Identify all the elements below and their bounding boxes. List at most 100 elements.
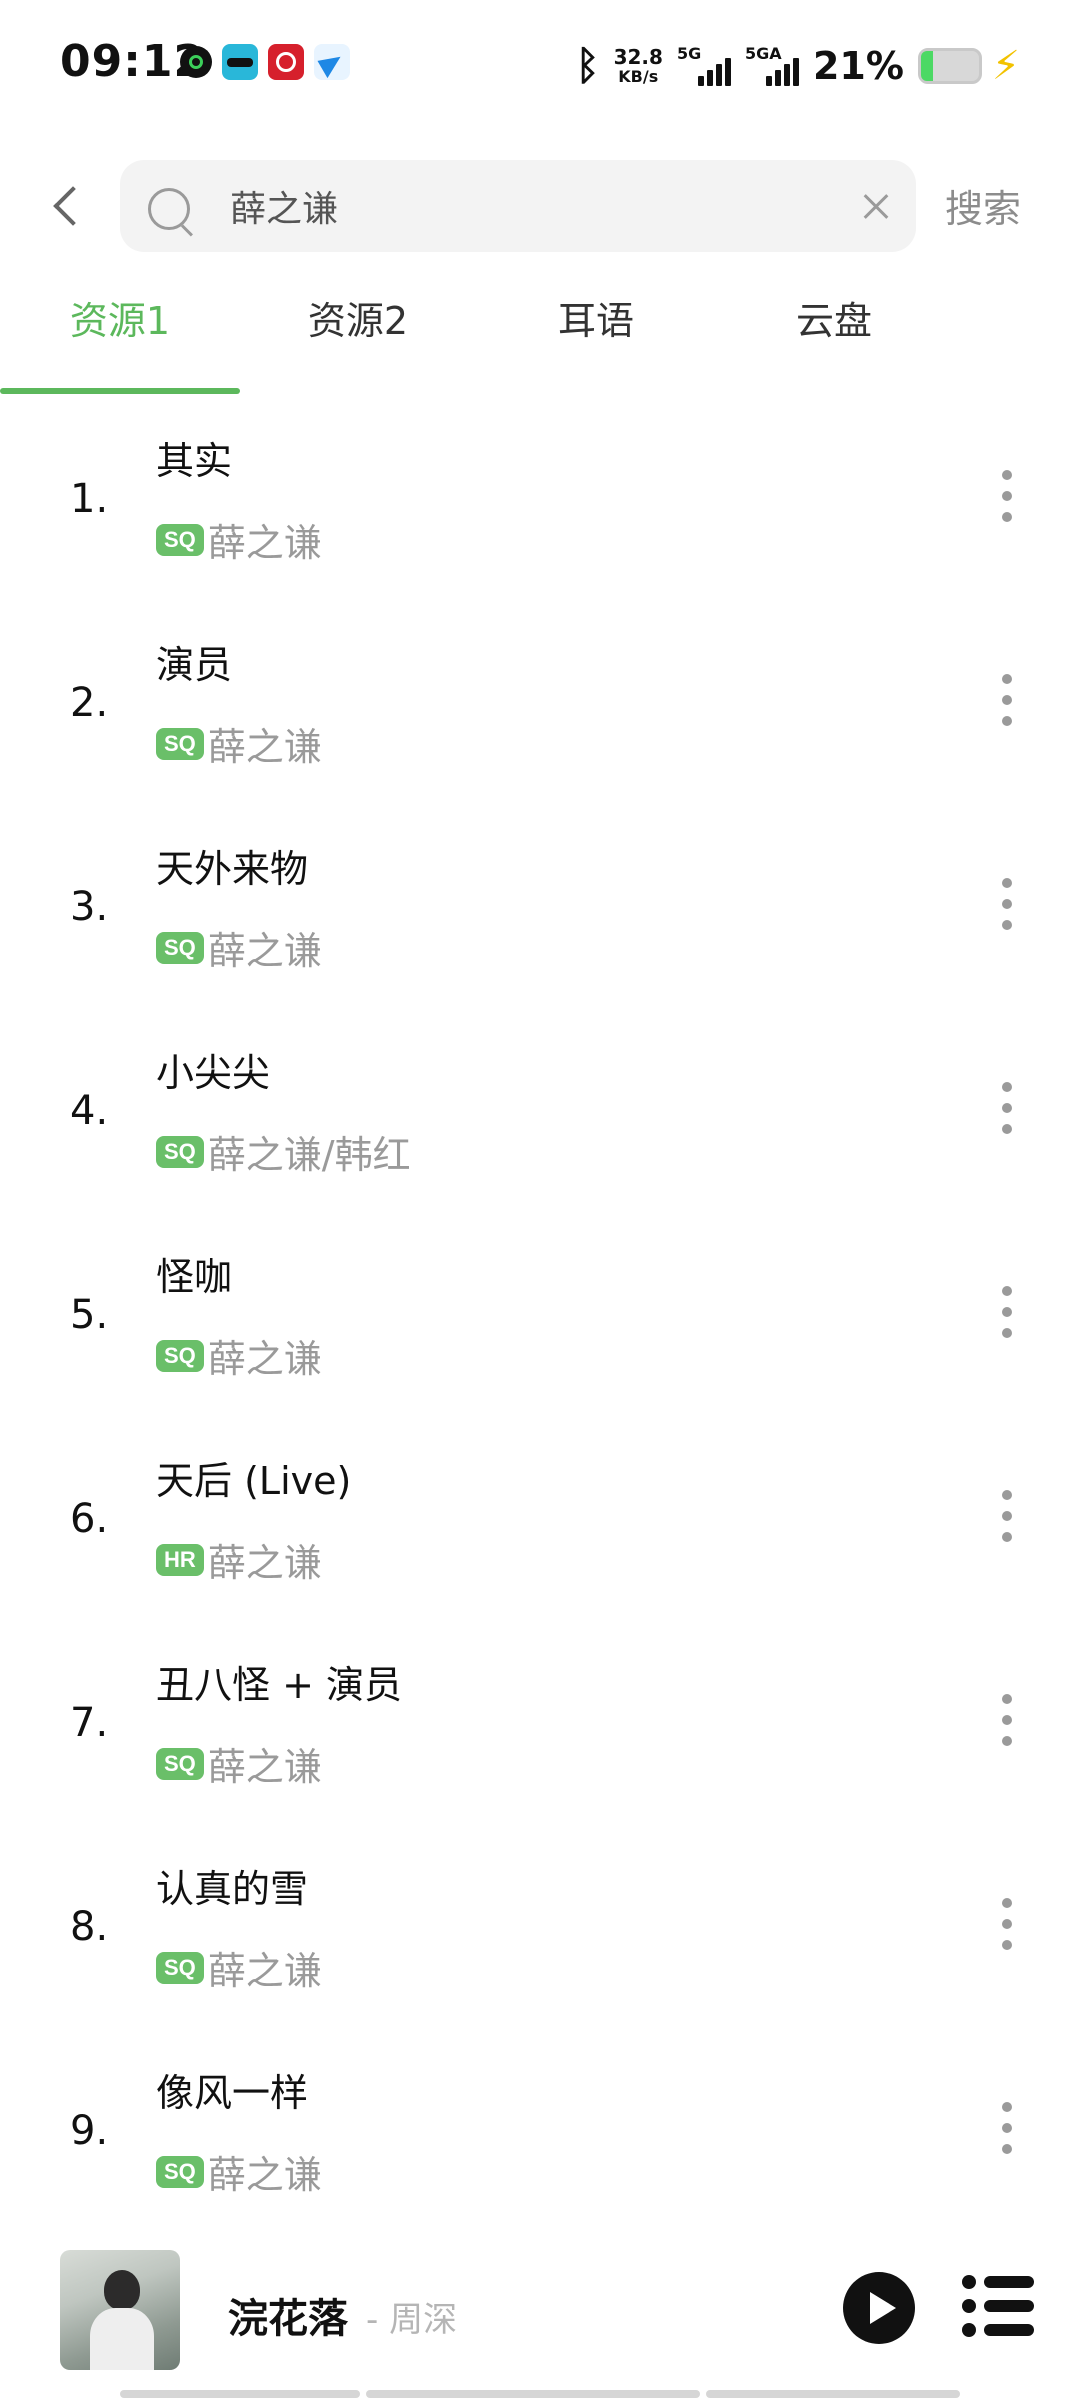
search-icon — [146, 186, 194, 234]
song-title: 认真的雪 — [156, 1867, 309, 1911]
active-tab-indicator — [0, 388, 240, 394]
song-meta: SQ 薛之谦 — [156, 512, 322, 567]
song-artist: 薛之谦 — [207, 1541, 322, 1585]
network-speed-value: 32.8 — [613, 45, 663, 69]
song-artist: 薛之谦 — [207, 1949, 322, 1993]
status-bar: 09:12 ᛒ 32.8 KB/s 5G 5GA 21% ⚡ — [0, 0, 1080, 130]
song-row[interactable]: 3. 天外来物 SQ 薛之谦 — [0, 818, 1080, 1022]
now-playing-title: 浣花落 — [228, 2296, 348, 2342]
lightning-bolt-icon: ⚡ — [991, 43, 1020, 89]
song-title: 小尖尖 — [156, 1051, 271, 1095]
quality-badge: SQ — [156, 1747, 204, 1780]
song-meta: SQ 薛之谦/韩红 — [156, 1124, 411, 1179]
song-meta: SQ 薛之谦 — [156, 920, 322, 975]
song-row[interactable]: 7. 丑八怪 + 演员 SQ 薛之谦 — [0, 1634, 1080, 1838]
song-artist: 薛之谦 — [207, 929, 322, 973]
quality-badge: SQ — [156, 1135, 204, 1168]
song-title: 天外来物 — [156, 847, 309, 891]
network-speed-unit: KB/s — [618, 67, 659, 86]
song-list: 1. 其实 SQ 薛之谦 2. 演员 SQ 薛之谦 3. 天外来物 SQ 薛之谦 4. 小尖尖 SQ 薛之谦/… — [0, 410, 1080, 2246]
song-artist: 薛之谦/韩红 — [207, 1133, 411, 1177]
notification-icons — [180, 44, 350, 80]
song-meta: SQ 薛之谦 — [156, 2144, 322, 2199]
back-button[interactable] — [36, 174, 100, 238]
quality-badge: HR — [156, 1543, 204, 1576]
quality-badge: SQ — [156, 1339, 204, 1372]
magic-app-icon — [222, 44, 258, 80]
song-title: 天后 (Live) — [156, 1459, 352, 1503]
quality-badge: SQ — [156, 931, 204, 964]
song-row[interactable]: 4. 小尖尖 SQ 薛之谦/韩红 — [0, 1022, 1080, 1226]
now-playing-bar[interactable]: 浣花落 - 周深 — [0, 2232, 1080, 2400]
more-options-button[interactable] — [990, 1282, 1024, 1342]
more-options-button[interactable] — [990, 670, 1024, 730]
more-options-button[interactable] — [990, 1486, 1024, 1546]
tab-whisper[interactable]: 耳语 — [476, 290, 716, 390]
search-input[interactable] — [230, 160, 830, 252]
song-index: 3. — [70, 884, 109, 930]
song-title: 丑八怪 + 演员 — [156, 1663, 402, 1707]
song-meta: SQ 薛之谦 — [156, 716, 322, 771]
red-app-icon — [268, 44, 304, 80]
song-index: 6. — [70, 1496, 109, 1542]
song-meta: SQ 薛之谦 — [156, 1736, 322, 1791]
quality-badge: SQ — [156, 727, 204, 760]
tab-source-1[interactable]: 资源1 — [0, 290, 240, 390]
song-artist: 薛之谦 — [207, 521, 322, 565]
song-index: 1. — [70, 476, 109, 522]
search-header: 搜索 — [0, 160, 1080, 252]
playlist-button[interactable] — [962, 2274, 1034, 2338]
song-title: 演员 — [156, 643, 233, 687]
song-index: 8. — [70, 1904, 109, 1950]
more-options-button[interactable] — [990, 466, 1024, 526]
song-row[interactable]: 5. 怪咖 SQ 薛之谦 — [0, 1226, 1080, 1430]
song-row[interactable]: 1. 其实 SQ 薛之谦 — [0, 410, 1080, 614]
battery-percent: 21% — [812, 44, 904, 88]
quality-badge: SQ — [156, 523, 204, 556]
play-button[interactable] — [843, 2272, 915, 2344]
song-index: 5. — [70, 1292, 109, 1338]
song-meta: HR 薛之谦 — [156, 1532, 322, 1587]
battery-icon — [917, 48, 982, 84]
song-artist: 薛之谦 — [207, 1745, 322, 1789]
more-options-button[interactable] — [990, 1894, 1024, 1954]
source-tabs: 资源1 资源2 耳语 云盘 — [0, 290, 1080, 396]
song-title: 怪咖 — [156, 1255, 233, 1299]
more-options-button[interactable] — [990, 874, 1024, 934]
song-title: 像风一样 — [156, 2071, 309, 2115]
signal-5ga-icon: 5GA — [745, 44, 799, 88]
network-speed: 32.8 KB/s — [614, 47, 663, 85]
telegram-icon — [314, 44, 350, 80]
album-cover[interactable] — [60, 2250, 180, 2370]
search-button[interactable]: 搜索 — [945, 178, 1021, 233]
quality-badge: SQ — [156, 2155, 204, 2188]
status-indicators: ᛒ 32.8 KB/s 5G 5GA 21% ⚡ — [576, 36, 1020, 96]
song-artist: 薛之谦 — [207, 725, 322, 769]
tab-cloud-drive[interactable]: 云盘 — [714, 290, 954, 390]
song-row[interactable]: 9. 像风一样 SQ 薛之谦 — [0, 2042, 1080, 2246]
more-options-button[interactable] — [990, 1078, 1024, 1138]
more-options-button[interactable] — [990, 1690, 1024, 1750]
song-index: 7. — [70, 1700, 109, 1746]
song-row[interactable]: 6. 天后 (Live) HR 薛之谦 — [0, 1430, 1080, 1634]
song-artist: 薛之谦 — [207, 1337, 322, 1381]
song-index: 9. — [70, 2108, 109, 2154]
message-app-icon — [180, 46, 212, 78]
song-title: 其实 — [156, 439, 233, 483]
page-indicator — [120, 2390, 960, 2398]
quality-badge: SQ — [156, 1951, 204, 1984]
song-artist: 薛之谦 — [207, 2153, 322, 2197]
song-meta: SQ 薛之谦 — [156, 1940, 322, 1995]
song-index: 4. — [70, 1088, 109, 1134]
clear-icon[interactable] — [858, 188, 894, 224]
bluetooth-icon: ᛒ — [575, 43, 600, 89]
tab-source-2[interactable]: 资源2 — [238, 290, 478, 390]
song-row[interactable]: 2. 演员 SQ 薛之谦 — [0, 614, 1080, 818]
more-options-button[interactable] — [990, 2098, 1024, 2158]
search-box[interactable] — [120, 160, 916, 252]
song-index: 2. — [70, 680, 109, 726]
song-row[interactable]: 8. 认真的雪 SQ 薛之谦 — [0, 1838, 1080, 2042]
song-meta: SQ 薛之谦 — [156, 1328, 322, 1383]
signal-5g-icon: 5G — [677, 44, 731, 88]
now-playing-artist: - 周深 — [366, 2300, 458, 2340]
